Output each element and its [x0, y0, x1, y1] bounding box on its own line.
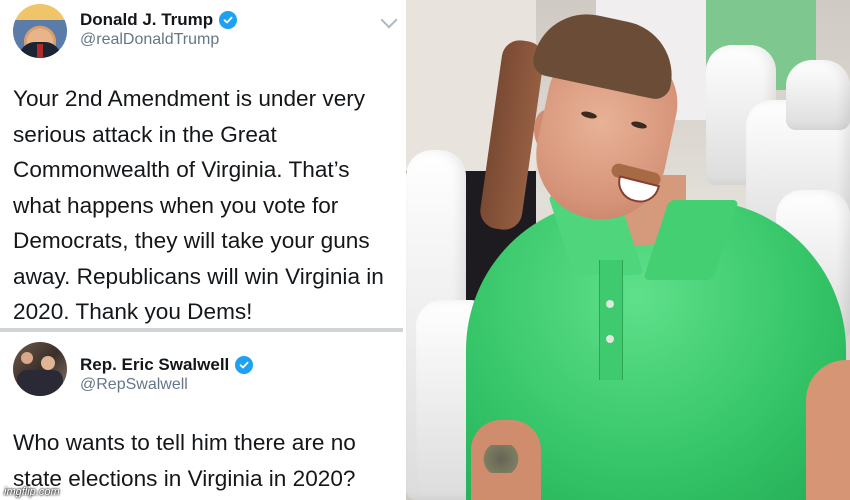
verified-badge-icon: [235, 356, 254, 374]
avatar-person-head: [21, 352, 33, 364]
avatar-tie: [37, 44, 43, 58]
chevron-down-icon[interactable]: [380, 11, 398, 29]
stadium-chair: [786, 60, 850, 130]
trump-tweet-card: Donald J. Trump @realDonaldTrump Your 2n…: [0, 0, 405, 328]
verified-badge-icon: [219, 11, 238, 29]
swalwell-display-name[interactable]: Rep. Eric Swalwell: [80, 355, 229, 375]
trump-tweet-text: Your 2nd Amendment is under very serious…: [13, 86, 384, 324]
shirt-button: [606, 300, 614, 308]
shirt-button: [606, 335, 614, 343]
trump-display-name[interactable]: Donald J. Trump: [80, 10, 213, 30]
laughing-man-photo: [406, 0, 850, 500]
arm: [806, 360, 850, 500]
avatar-person-head: [41, 356, 55, 370]
swalwell-tweet-text: Who wants to tell him there are no state…: [13, 430, 356, 491]
imgflip-watermark: imgflip.com: [4, 486, 60, 498]
tattoo: [481, 445, 521, 473]
trump-avatar[interactable]: [13, 4, 67, 58]
trump-name-row: Donald J. Trump: [80, 10, 238, 30]
swalwell-name-row: Rep. Eric Swalwell: [80, 355, 254, 375]
shirt-placket: [599, 260, 623, 380]
avatar-person-body: [17, 370, 63, 396]
swalwell-handle[interactable]: @RepSwalwell: [80, 376, 188, 394]
trump-handle[interactable]: @realDonaldTrump: [80, 31, 219, 49]
swalwell-avatar[interactable]: [13, 342, 67, 396]
